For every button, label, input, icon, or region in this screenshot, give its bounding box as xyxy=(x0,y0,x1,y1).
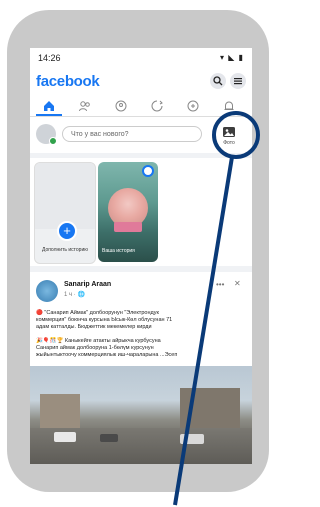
search-button[interactable] xyxy=(210,73,226,89)
menu-icon xyxy=(234,78,242,85)
nav-tabs xyxy=(30,94,252,117)
tab-friends[interactable] xyxy=(70,97,100,115)
post-text-2: 🎉🎈🎊🏆 Каныкейге атакты айрыкча курбусуна … xyxy=(36,338,178,358)
tab-watch[interactable] xyxy=(142,97,172,115)
bell-icon xyxy=(224,101,234,110)
watch-icon xyxy=(151,100,163,112)
menu-button[interactable] xyxy=(230,73,246,89)
story-graphic xyxy=(114,222,142,232)
story-card[interactable]: Ваша история xyxy=(98,162,158,262)
feed-post: Sanarip Araan 1 ч · 🌐 ••• ✕ 🔴 "Санарип А… xyxy=(30,272,252,464)
home-icon xyxy=(44,101,54,111)
facebook-logo: facebook xyxy=(36,73,100,90)
post-time: 1 ч · 🌐 xyxy=(64,292,85,298)
create-story-card[interactable]: + Дополнить историю xyxy=(34,162,96,264)
user-avatar[interactable] xyxy=(36,124,57,145)
building xyxy=(180,388,240,430)
photo-label: Фото xyxy=(223,140,235,146)
plus-icon: + xyxy=(57,221,77,241)
whats-new-input[interactable]: Что у вас нового? xyxy=(62,126,202,142)
groups-icon xyxy=(115,100,127,112)
create-story-preview xyxy=(35,163,95,229)
marketplace-icon xyxy=(187,100,199,112)
tab-notifications[interactable] xyxy=(214,97,244,115)
post-composer: Что у вас нового? Фото xyxy=(30,117,252,153)
post-text-1: 🔴 "Санарип Аймак" долбоорунун "Электронд… xyxy=(36,310,173,330)
story-avatar xyxy=(142,165,154,177)
car xyxy=(180,434,204,444)
screenshot-stage: 14:26 ▾ ◣ ▮ facebook Что у вас нового? Ф… xyxy=(0,0,276,507)
building xyxy=(40,394,80,430)
more-options-icon[interactable]: ••• xyxy=(216,280,224,289)
car xyxy=(100,434,118,442)
post-author-avatar[interactable] xyxy=(36,280,58,302)
stories-row: + Дополнить историю Ваша история xyxy=(30,158,252,266)
app-header: facebook xyxy=(30,70,252,94)
status-icons: ▾ ◣ ▮ xyxy=(219,53,244,62)
post-author[interactable]: Sanarip Araan xyxy=(64,281,111,288)
tab-marketplace[interactable] xyxy=(178,97,208,115)
status-time: 14:26 xyxy=(38,53,61,63)
post-image[interactable] xyxy=(30,366,252,464)
close-icon[interactable]: ✕ xyxy=(234,279,241,288)
story-name: Ваша история xyxy=(102,248,135,254)
tab-home[interactable] xyxy=(34,97,64,116)
create-story-label: Дополнить историю xyxy=(42,247,88,253)
tab-groups[interactable] xyxy=(106,97,136,115)
search-icon xyxy=(213,76,223,86)
photo-icon xyxy=(223,127,235,137)
photo-button[interactable]: Фото xyxy=(214,122,244,150)
status-bar: 14:26 ▾ ◣ ▮ xyxy=(30,48,252,70)
car xyxy=(54,432,76,442)
friends-icon xyxy=(79,101,90,112)
phone-screen: 14:26 ▾ ◣ ▮ facebook Что у вас нового? Ф… xyxy=(30,48,252,464)
